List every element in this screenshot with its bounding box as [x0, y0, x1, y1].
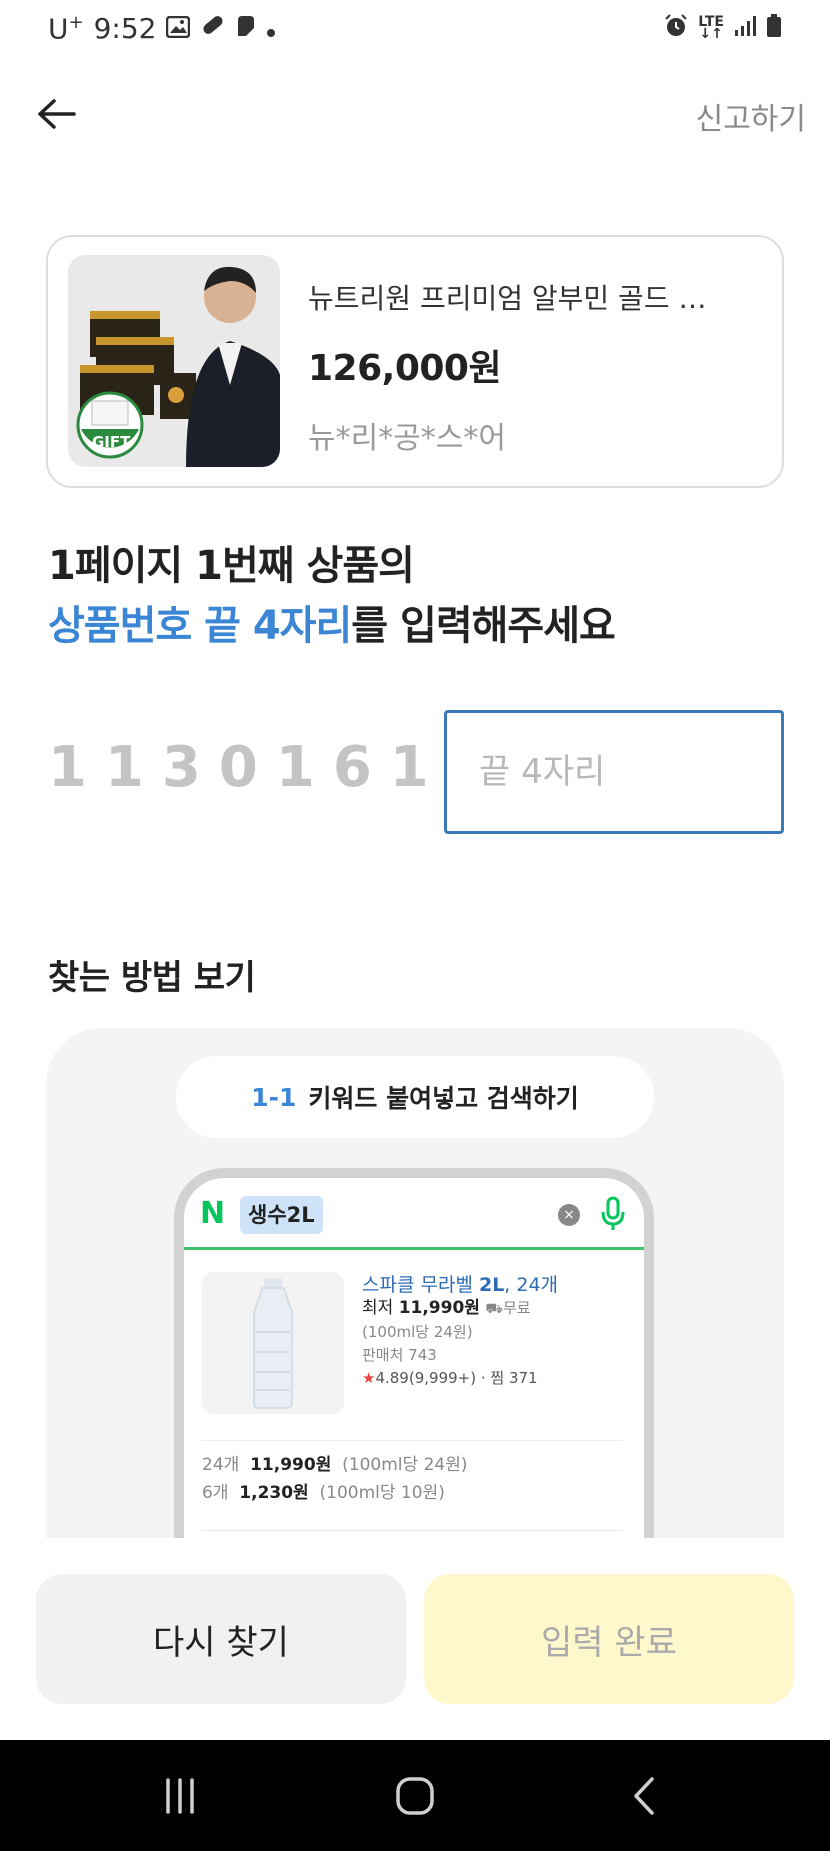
mock-title-suffix: , 24개	[504, 1274, 559, 1296]
mock-title-prefix: 스파클 무라벨	[362, 1274, 479, 1296]
carrier-sup: +	[68, 12, 84, 33]
product-seller: 뉴*리*공*스*어	[308, 421, 506, 456]
mock-offer-price: 11,990원	[250, 1455, 332, 1475]
mock-price-value: 11,990원	[398, 1298, 480, 1318]
status-bar-left: U+ 9:52	[48, 12, 276, 45]
product-card: GIFT 뉴트리원 프리미엄 알부민 골드 … 126,000원 뉴*리*공*스…	[46, 235, 784, 488]
mock-search-query: 생수2L	[240, 1196, 323, 1234]
mock-divider	[202, 1530, 622, 1531]
mock-result-text: 스파클 무라벨 2L, 24개 최저 11,990원 ⛟무료 (100ml당 2…	[362, 1274, 622, 1390]
water-bottle-image	[202, 1272, 344, 1414]
system-back-button[interactable]	[615, 1768, 675, 1828]
mock-review-count: (9,999+)	[408, 1369, 477, 1387]
pill-icon	[200, 12, 226, 45]
mock-offer-unit: (100ml당 24원)	[342, 1455, 468, 1475]
product-info: 뉴트리원 프리미엄 알부민 골드 … 126,000원 뉴*리*공*스*어	[308, 277, 758, 457]
retry-search-button[interactable]: 다시 찾기	[36, 1574, 406, 1704]
product-price: 126,000원	[308, 348, 502, 389]
gallery-icon	[166, 12, 191, 45]
truck-icon: ⛟	[485, 1301, 503, 1317]
step-text: 키워드 붙여넣고 검색하기	[308, 1084, 579, 1113]
arrow-left-icon	[36, 98, 76, 134]
mock-unit-price: (100ml당 24원)	[362, 1323, 473, 1341]
instruction-line-1: 1페이지 1번째 상품의	[48, 543, 415, 589]
chevron-left-icon	[630, 1775, 660, 1821]
signal-icon	[734, 15, 756, 41]
last-digits-field[interactable]	[444, 710, 784, 834]
instruction-accent: 상품번호 끝 4자리	[48, 603, 352, 649]
mock-offer-row: 6개 1,230원 (100ml당 10원)	[202, 1479, 622, 1507]
notification-dot-icon	[266, 12, 276, 45]
network-type: LTE ↓↑	[698, 14, 724, 42]
mock-offer-qty: 24개	[202, 1455, 240, 1475]
mock-offer-price: 1,230원	[239, 1483, 309, 1503]
mock-rating-value: 4.89	[375, 1369, 409, 1387]
phone-mockup: N 생수2L × 스파클 무라벨 2L, 24개 최저 11,990원 ⛟무료 …	[174, 1168, 654, 1538]
clear-icon: ×	[558, 1204, 580, 1226]
network-type-label: LTE	[698, 14, 724, 30]
alarm-icon	[664, 14, 688, 42]
instruction-rest: 를 입력해주세요	[351, 603, 616, 649]
carrier-text: U	[48, 12, 69, 46]
mock-title-bold: 2L	[478, 1274, 505, 1296]
home-button[interactable]	[385, 1768, 445, 1828]
recent-apps-icon	[160, 1776, 200, 1820]
app-notification-icon	[236, 12, 256, 45]
product-number-prefix: 1130161	[48, 735, 447, 800]
mock-offer-qty: 6개	[202, 1483, 229, 1503]
mock-offer-list: 24개 11,990원 (100ml당 24원) 6개 1,230원 (100m…	[202, 1440, 622, 1507]
instruction-heading: 1페이지 1번째 상품의 상품번호 끝 4자리를 입력해주세요	[48, 536, 616, 656]
mock-search-bar: N 생수2L ×	[184, 1178, 644, 1250]
back-button[interactable]	[28, 88, 84, 144]
system-nav-bar	[0, 1740, 830, 1851]
step-number: 1-1	[251, 1082, 297, 1112]
report-link[interactable]: 신고하기	[696, 94, 806, 138]
product-image: GIFT	[68, 255, 280, 467]
product-name: 뉴트리원 프리미엄 알부민 골드 …	[308, 282, 707, 315]
carrier-label: U+	[48, 12, 84, 45]
battery-icon	[766, 14, 782, 42]
guide-panel[interactable]: 1-1 키워드 붙여넣고 검색하기 N 생수2L × 스파클 무라벨 2L, 2…	[46, 1028, 784, 1538]
mock-shipping: 무료	[502, 1299, 531, 1317]
mock-wishlist: 찜 371	[490, 1369, 538, 1387]
status-bar-right: LTE ↓↑	[664, 14, 782, 42]
mock-result-price: 최저 11,990원 ⛟무료	[362, 1297, 622, 1321]
mock-offer-row: 24개 11,990원 (100ml당 24원)	[202, 1451, 622, 1479]
mock-sellers: 판매처 743	[362, 1346, 437, 1364]
step-pill: 1-1 키워드 붙여넣고 검색하기	[176, 1056, 654, 1138]
naver-logo: N	[200, 1196, 226, 1231]
mock-offer-unit: (100ml당 10원)	[319, 1483, 445, 1503]
status-time: 9:52	[93, 12, 157, 46]
status-bar: U+ 9:52 LTE ↓↑	[0, 0, 830, 56]
last-digits-input[interactable]	[447, 713, 781, 831]
mock-rating: ★4.89(9,999+) · 찜 371	[362, 1369, 538, 1387]
mic-icon	[600, 1196, 626, 1236]
home-icon	[394, 1775, 436, 1821]
star-icon: ★	[362, 1369, 376, 1387]
app-header: 신고하기	[0, 70, 830, 160]
recent-apps-button[interactable]	[150, 1768, 210, 1828]
howto-title: 찾는 방법 보기	[48, 958, 256, 998]
mock-price-label: 최저	[362, 1298, 399, 1318]
mock-result-title: 스파클 무라벨 2L, 24개	[362, 1274, 622, 1297]
gift-badge-label: GIFT	[92, 433, 131, 451]
input-complete-button[interactable]: 입력 완료	[424, 1574, 794, 1704]
instruction-line-2: 상품번호 끝 4자리를 입력해주세요	[48, 596, 616, 656]
mock-result-item: 스파클 무라벨 2L, 24개 최저 11,990원 ⛟무료 (100ml당 2…	[202, 1272, 622, 1422]
